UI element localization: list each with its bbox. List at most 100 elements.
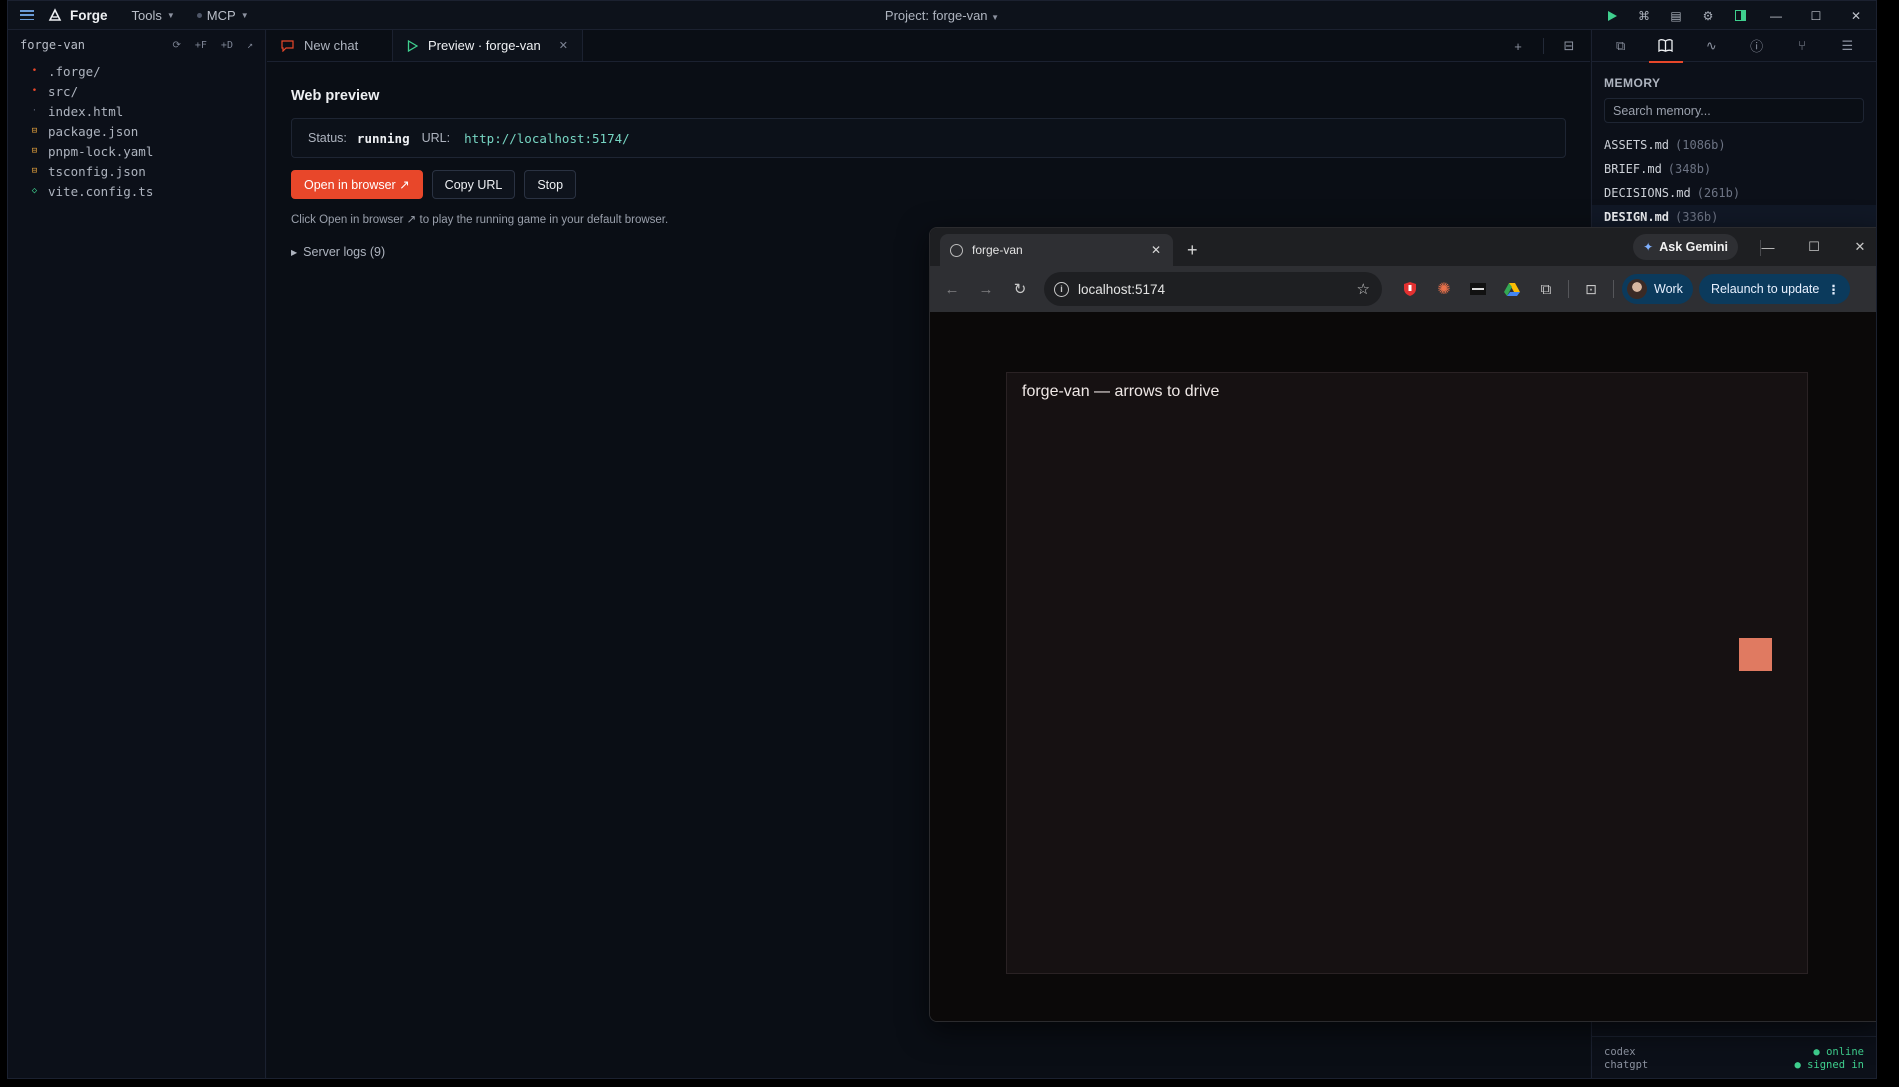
address-bar[interactable]: i localhost:5174 ☆ bbox=[1044, 272, 1382, 306]
book-icon bbox=[1658, 39, 1674, 52]
memory-search-input[interactable] bbox=[1604, 98, 1864, 123]
list-item[interactable]: DECISIONS.md (261b) bbox=[1592, 181, 1876, 205]
file-tree-item[interactable]: • src/ bbox=[8, 81, 265, 101]
file-tree-item[interactable]: · index.html bbox=[8, 101, 265, 121]
gemini-sparkle-icon: ✦ bbox=[1643, 240, 1654, 254]
more-vertical-icon[interactable]: ⋮ bbox=[1827, 282, 1840, 297]
tab-new-chat[interactable]: New chat bbox=[267, 30, 393, 61]
close-window-button[interactable]: ✕ bbox=[1836, 1, 1876, 30]
relaunch-to-update-button[interactable]: Relaunch to update ⋮ bbox=[1698, 274, 1850, 304]
file-name: index.html bbox=[48, 103, 124, 119]
mcp-menu-label: MCP bbox=[206, 7, 236, 23]
extensions-menu-button[interactable]: ⧉ bbox=[1532, 275, 1560, 303]
ask-gemini-button[interactable]: ✦ Ask Gemini bbox=[1633, 234, 1738, 260]
project-switcher[interactable]: Project: forge-van ▼ bbox=[885, 8, 999, 23]
mcp-status-dot-icon bbox=[196, 12, 202, 18]
tab-chats[interactable]: ⧉ bbox=[1608, 30, 1634, 62]
json-file-icon: ⊟ bbox=[31, 125, 38, 136]
file-name: src/ bbox=[48, 83, 79, 99]
file-tree-item[interactable]: ⊟ pnpm-lock.yaml bbox=[8, 141, 265, 161]
tab-bar-tools: + ⊟ bbox=[1511, 30, 1590, 62]
extension-button[interactable] bbox=[1464, 275, 1492, 303]
settings-button[interactable]: ⚙ bbox=[1692, 1, 1724, 30]
new-tab-button[interactable]: + bbox=[1187, 234, 1198, 266]
sidebar-actions: ⟳ +F +D ↗ bbox=[172, 40, 253, 51]
refresh-icon[interactable]: ⟳ bbox=[172, 40, 180, 51]
forward-button[interactable]: → bbox=[972, 275, 1000, 303]
preview-status-box: Status: running URL: http://localhost:51… bbox=[291, 118, 1566, 158]
chevron-down-icon: ▼ bbox=[240, 10, 249, 20]
cast-button[interactable]: ⊡ bbox=[1577, 275, 1605, 303]
maximize-icon[interactable]: ☐ bbox=[1791, 228, 1837, 266]
extension-button[interactable] bbox=[1498, 275, 1526, 303]
command-palette-button[interactable]: ⌘ bbox=[1628, 1, 1660, 30]
browser-window-controls: — ☐ ✕ bbox=[1745, 228, 1876, 266]
reload-button[interactable]: ↻ bbox=[1006, 275, 1034, 303]
close-tab-icon[interactable]: ✕ bbox=[1151, 243, 1161, 257]
browser-tab[interactable]: forge-van ✕ bbox=[940, 234, 1173, 266]
profile-button[interactable]: Work bbox=[1622, 274, 1693, 304]
close-tab-icon[interactable]: ✕ bbox=[559, 39, 568, 52]
minimize-icon[interactable]: — bbox=[1745, 228, 1791, 266]
puzzle-icon: ⧉ bbox=[1540, 280, 1552, 298]
sidebar-header: forge-van ⟳ +F +D ↗ bbox=[8, 30, 265, 60]
open-external-icon[interactable]: ↗ bbox=[247, 40, 253, 51]
hamburger-menu-icon[interactable] bbox=[20, 8, 34, 22]
stop-button[interactable]: Stop bbox=[524, 170, 577, 199]
tools-menu-label: Tools bbox=[131, 7, 162, 23]
game-canvas[interactable]: forge-van — arrows to drive bbox=[1006, 372, 1808, 974]
minimize-button[interactable]: — bbox=[1756, 1, 1796, 30]
play-outline-icon bbox=[407, 39, 418, 52]
tools-menu[interactable]: Tools ▼ bbox=[132, 8, 175, 23]
chevron-down-icon: ▼ bbox=[991, 13, 1000, 22]
list-button[interactable]: ▤ bbox=[1660, 1, 1692, 30]
mcp-menu[interactable]: MCP ▼ bbox=[196, 7, 249, 23]
split-view-icon[interactable]: ⊟ bbox=[1562, 38, 1576, 54]
chevron-down-icon: ▼ bbox=[166, 10, 175, 20]
preview-url-link[interactable]: http://localhost:5174/ bbox=[464, 131, 630, 146]
tab-activity[interactable]: ∿ bbox=[1698, 30, 1724, 62]
close-icon[interactable]: ✕ bbox=[1837, 228, 1876, 266]
play-icon bbox=[1607, 10, 1617, 21]
extension-button[interactable] bbox=[1396, 275, 1424, 303]
run-button[interactable] bbox=[1596, 1, 1628, 30]
add-tab-icon[interactable]: + bbox=[1511, 39, 1525, 54]
list-item[interactable]: DESIGN.md (336b) bbox=[1592, 205, 1876, 229]
bookmark-star-icon[interactable]: ☆ bbox=[1357, 280, 1370, 298]
memory-file-size: (1086b) bbox=[1675, 138, 1726, 152]
new-folder-button[interactable]: +D bbox=[221, 40, 233, 51]
file-name: package.json bbox=[48, 123, 139, 139]
list-icon: ▤ bbox=[1670, 8, 1682, 23]
extension-button[interactable]: ✺ bbox=[1430, 275, 1458, 303]
file-tree-item[interactable]: ◇ vite.config.ts bbox=[8, 181, 265, 201]
shield-extension-icon bbox=[1404, 282, 1416, 296]
layout-button[interactable] bbox=[1724, 1, 1756, 30]
file-tree: • .forge/ • src/ · index.html ⊟ package.json… bbox=[8, 60, 265, 201]
memory-file-size: (261b) bbox=[1696, 186, 1741, 200]
open-in-browser-button[interactable]: Open in browser ↗ bbox=[291, 170, 423, 199]
sunburst-extension-icon: ✺ bbox=[1437, 281, 1451, 298]
list-item[interactable]: ASSETS.md (1086b) bbox=[1592, 133, 1876, 157]
file-tree-item[interactable]: ⊟ package.json bbox=[8, 121, 265, 141]
cast-icon: ⊡ bbox=[1585, 280, 1597, 297]
status-value: running bbox=[356, 130, 410, 146]
back-button[interactable]: ← bbox=[938, 275, 966, 303]
tab-git[interactable]: ⑂ bbox=[1789, 30, 1815, 62]
copy-url-button[interactable]: Copy URL bbox=[431, 170, 516, 199]
list-item[interactable]: BRIEF.md (348b) bbox=[1592, 157, 1876, 181]
new-file-button[interactable]: +F bbox=[195, 40, 207, 51]
project-name: forge-van bbox=[20, 38, 86, 52]
maximize-button[interactable]: ☐ bbox=[1796, 1, 1836, 30]
tab-preview[interactable]: Preview · forge-van ✕ bbox=[393, 30, 583, 61]
site-info-icon[interactable]: i bbox=[1054, 281, 1069, 297]
tab-memory[interactable] bbox=[1648, 30, 1683, 63]
globe-icon bbox=[950, 243, 963, 257]
memory-file-list: ASSETS.md (1086b) BRIEF.md (348b) DECISION… bbox=[1592, 133, 1876, 229]
arrow-right-icon: → bbox=[978, 280, 994, 298]
file-tree-item[interactable]: ⊟ tsconfig.json bbox=[8, 161, 265, 181]
tab-tasks[interactable]: ☰ bbox=[1834, 30, 1860, 62]
file-tree-item[interactable]: • .forge/ bbox=[8, 61, 265, 81]
tab-info[interactable]: ⓘ bbox=[1744, 30, 1770, 62]
memory-file-name: BRIEF.md bbox=[1604, 162, 1662, 176]
right-panel-tabs: ⧉ ∿ ⓘ ⑂ ☰ bbox=[1592, 30, 1876, 63]
